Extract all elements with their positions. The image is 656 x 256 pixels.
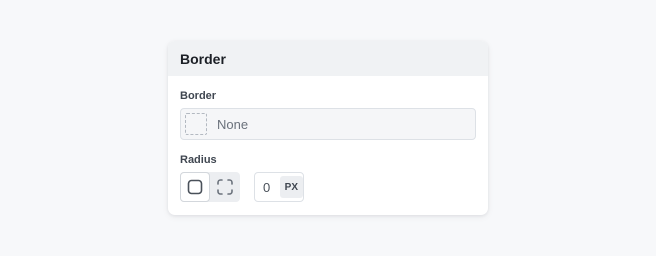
unit-selector[interactable]: PX <box>279 176 303 198</box>
radius-mode-toggle <box>180 172 240 202</box>
individual-corners-icon <box>217 179 233 195</box>
border-panel: Border Border None Radius 0 PX <box>168 41 488 215</box>
dashed-square-icon <box>185 113 207 135</box>
uniform-radius-button[interactable] <box>180 172 210 202</box>
radius-label: Radius <box>180 154 217 166</box>
border-style-value: None <box>217 116 249 132</box>
panel-title: Border <box>168 41 488 76</box>
individual-corners-button[interactable] <box>210 172 240 202</box>
rounded-square-icon <box>187 179 203 195</box>
radius-value: 0 <box>263 179 271 195</box>
border-label: Border <box>180 90 217 102</box>
radius-input[interactable]: 0 PX <box>254 172 304 202</box>
border-style-select[interactable]: None <box>180 108 476 140</box>
